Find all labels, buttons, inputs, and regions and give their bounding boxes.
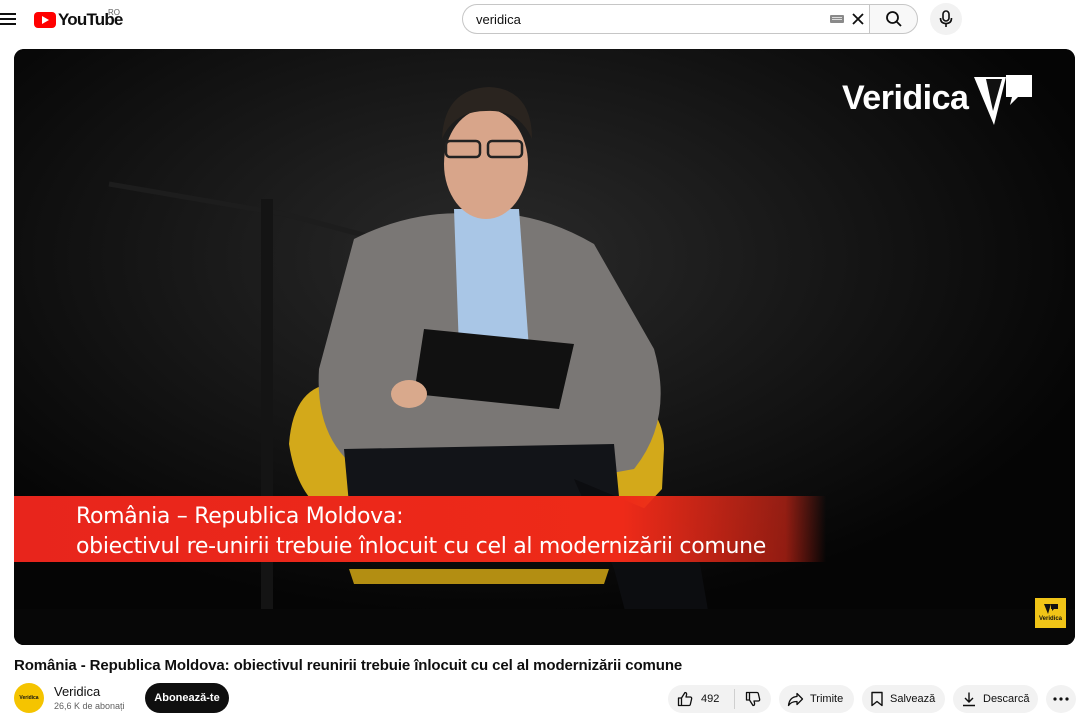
- menu-button[interactable]: [0, 4, 22, 34]
- dislike-button[interactable]: [734, 685, 771, 713]
- bookmark-icon: [871, 691, 883, 707]
- country-code: RO: [108, 8, 120, 17]
- veridica-small-logo-icon: [1043, 604, 1058, 614]
- badge-text: Veridica: [1038, 616, 1062, 622]
- avatar-text: Veridica: [19, 695, 39, 701]
- video-player[interactable]: Veridica România – Republica Moldova: ob…: [14, 49, 1075, 645]
- close-icon: [852, 13, 864, 25]
- top-bar: YouTube RO: [0, 0, 1080, 40]
- hamburger-icon: [0, 13, 16, 25]
- search-button[interactable]: [869, 4, 918, 34]
- search-bar: [462, 4, 918, 34]
- search-icon: [885, 11, 902, 27]
- caption-line-2: obiectivul re-unirii trebuie înlocuit cu…: [76, 534, 767, 559]
- video-title: România - Republica Moldova: obiectivul …: [14, 657, 683, 674]
- youtube-play-icon: [34, 12, 56, 28]
- veridica-logo-icon: [974, 75, 1033, 125]
- share-icon: [787, 692, 804, 706]
- brand-text: Veridica: [842, 79, 969, 117]
- lower-third-caption: România – Republica Moldova: obiectivul …: [14, 496, 826, 562]
- download-button[interactable]: Descarcă: [953, 685, 1038, 713]
- thumbs-down-icon: [745, 691, 761, 707]
- thumbs-up-icon: [677, 691, 693, 707]
- search-box: [462, 4, 869, 34]
- more-horizontal-icon: [1053, 697, 1069, 701]
- share-button[interactable]: Trimite: [779, 685, 854, 713]
- more-actions-button[interactable]: [1046, 685, 1076, 713]
- clear-search-button[interactable]: [850, 11, 866, 27]
- like-dislike-group: 492: [668, 685, 771, 713]
- veridica-watermark: Veridica: [842, 73, 1034, 129]
- subscribe-button[interactable]: Abonează-te: [145, 683, 229, 713]
- caption-line-1: România – Republica Moldova:: [76, 504, 404, 529]
- channel-name[interactable]: Veridica: [54, 684, 100, 699]
- download-label: Descarcă: [983, 693, 1030, 705]
- save-button[interactable]: Salvează: [862, 685, 945, 713]
- avatar[interactable]: Veridica: [14, 683, 44, 713]
- like-count: 492: [701, 693, 720, 705]
- subscriber-count: 26,6 K de abonați: [54, 701, 125, 711]
- microphone-icon: [939, 10, 953, 27]
- like-button[interactable]: 492: [668, 685, 734, 713]
- voice-search-button[interactable]: [930, 3, 962, 35]
- share-label: Trimite: [810, 693, 844, 705]
- keyboard-icon[interactable]: [830, 15, 844, 23]
- channel-watermark-badge[interactable]: Veridica: [1035, 598, 1066, 628]
- search-input[interactable]: [476, 5, 816, 33]
- save-label: Salvează: [890, 693, 936, 705]
- download-icon: [963, 692, 975, 707]
